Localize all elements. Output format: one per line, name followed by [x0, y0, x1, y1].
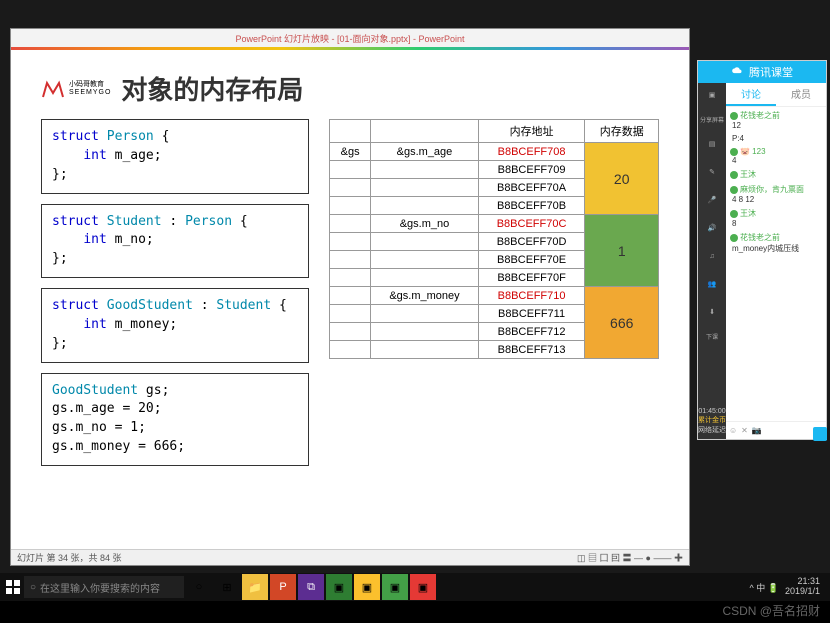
- code-usage: GoodStudent gs; gs.m_age = 20; gs.m_no =…: [41, 373, 309, 466]
- share-screen-icon[interactable]: ▣: [704, 87, 720, 103]
- app-explorer[interactable]: 📁: [242, 574, 268, 600]
- input-icon[interactable]: ✕: [741, 426, 748, 435]
- people-icon[interactable]: 👥: [704, 276, 720, 292]
- slide-counter: 幻灯片 第 34 张，共 84 张: [17, 551, 122, 564]
- status-icons: ◫ ▤ 囗 囙 〓 — ● —— ✚: [577, 551, 683, 564]
- app-vs[interactable]: ⧉: [298, 574, 324, 600]
- table-row: &gs.m_moneyB8BCEFF710666: [330, 287, 659, 305]
- code-student: struct Student : Person { int m_no; };: [41, 204, 309, 279]
- download-icon[interactable]: ⬇: [704, 304, 720, 320]
- chat-header[interactable]: 腾讯课堂: [698, 61, 826, 83]
- chat-timer: 01:45:00 累计金币 网络延迟: [698, 408, 726, 439]
- input-icon[interactable]: 📷: [752, 426, 762, 435]
- powerpoint-statusbar: 幻灯片 第 34 张，共 84 张 ◫ ▤ 囗 囙 〓 — ● —— ✚: [11, 549, 689, 565]
- app-green1[interactable]: ▣: [326, 574, 352, 600]
- table-header: 内存数据: [585, 120, 659, 143]
- doc-icon[interactable]: ▤: [704, 136, 720, 152]
- chat-sidebar: ▣ 分享屏幕 ▤ ✎ 🎤 🔊 ♫ 👥 ⬇ 下课 01:45:00 累计金币 网络…: [698, 83, 726, 439]
- chat-message: 花钱老之前m_money内城压线: [730, 232, 822, 254]
- slide-title-text: 对象的内存布局: [121, 70, 303, 107]
- memory-table: 内存地址内存数据 &gs&gs.m_ageB8BCEFF70820B8BCEFF…: [329, 119, 659, 359]
- code-person: struct Person { int m_age; };: [41, 119, 309, 194]
- chat-message: 🐷 1234: [730, 147, 822, 165]
- search-icon: ○: [30, 582, 36, 593]
- mic-icon[interactable]: 🎤: [704, 192, 720, 208]
- table-row: &gs.m_noB8BCEFF70C1: [330, 215, 659, 233]
- chat-message: 麻烦你，肯九票面4 8 12: [730, 184, 822, 204]
- cloud-icon: [731, 65, 745, 79]
- tray-icons[interactable]: ^ 中 🔋: [750, 581, 779, 594]
- logo-cn: 小码哥教育: [69, 81, 111, 89]
- pencil-icon[interactable]: ✎: [704, 164, 720, 180]
- chat-messages: 花钱老之前12 P:4 🐷 1234 王沐麻烦你，肯九票面4 8 12 王沐8 花钱老之前…: [726, 107, 826, 421]
- logo-mark-icon: [41, 77, 65, 101]
- chat-brand: 腾讯课堂: [749, 64, 793, 80]
- powerpoint-window: PowerPoint 幻灯片放映 - [01-面向对象.pptx] - Powe…: [10, 28, 690, 566]
- input-icon[interactable]: ☺: [729, 426, 737, 435]
- logo-en: SEEMYGO: [69, 89, 111, 97]
- app-red[interactable]: ▣: [410, 574, 436, 600]
- desktop: PowerPoint 幻灯片放映 - [01-面向对象.pptx] - Powe…: [0, 0, 830, 579]
- search-placeholder: 在这里输入你要搜索的内容: [40, 580, 160, 595]
- chat-tabs: 讨论 成员: [726, 83, 826, 107]
- slide-content: 小码哥教育 SEEMYGO 对象的内存布局 struct Person { in…: [11, 50, 689, 550]
- watermark: CSDN @吾名招财: [722, 602, 820, 619]
- tab-members[interactable]: 成员: [776, 83, 826, 106]
- music-icon[interactable]: ♫: [704, 248, 720, 264]
- slide-header: 小码哥教育 SEEMYGO 对象的内存布局: [41, 70, 659, 107]
- cortana-icon[interactable]: ○: [186, 574, 212, 600]
- logo: 小码哥教育 SEEMYGO: [41, 77, 111, 101]
- speaker-icon[interactable]: 🔊: [704, 220, 720, 236]
- app-powerpoint[interactable]: P: [270, 574, 296, 600]
- chat-message: 王沐8: [730, 208, 822, 228]
- table-header: [330, 120, 371, 143]
- tab-discuss[interactable]: 讨论: [726, 83, 776, 106]
- chat-message: P:4: [730, 134, 822, 143]
- table-row: &gs&gs.m_ageB8BCEFF70820: [330, 143, 659, 161]
- titlebar-text: PowerPoint 幻灯片放映 - [01-面向对象.pptx] - Powe…: [235, 32, 464, 45]
- powerpoint-titlebar: PowerPoint 幻灯片放映 - [01-面向对象.pptx] - Powe…: [11, 29, 689, 47]
- chat-message: 花钱老之前12: [730, 110, 822, 130]
- app-yellow[interactable]: ▣: [354, 574, 380, 600]
- taskview-icon[interactable]: ⊞: [214, 574, 240, 600]
- table-header: [371, 120, 478, 143]
- code-goodstudent: struct GoodStudent : Student { int m_mon…: [41, 288, 309, 363]
- chat-panel: 腾讯课堂 ▣ 分享屏幕 ▤ ✎ 🎤 🔊 ♫ 👥 ⬇ 下课 01:45:00 累计…: [697, 60, 827, 440]
- class-end-label: 下课: [706, 332, 718, 341]
- chat-message: 王沐: [730, 169, 822, 180]
- app-green2[interactable]: ▣: [382, 574, 408, 600]
- taskbar-search[interactable]: ○ 在这里输入你要搜索的内容: [24, 576, 184, 598]
- share-label: 分享屏幕: [700, 115, 724, 124]
- taskbar-clock[interactable]: 21:31 2019/1/1: [785, 577, 820, 597]
- start-button[interactable]: [4, 578, 22, 596]
- notification-badge[interactable]: [813, 427, 827, 441]
- taskbar: ○ 在这里输入你要搜索的内容 ○ ⊞ 📁 P ⧉ ▣ ▣ ▣ ▣ ^ 中 🔋 2…: [0, 573, 830, 601]
- table-header: 内存地址: [478, 120, 585, 143]
- chat-input[interactable]: ☺ ✕ 📷: [726, 421, 826, 439]
